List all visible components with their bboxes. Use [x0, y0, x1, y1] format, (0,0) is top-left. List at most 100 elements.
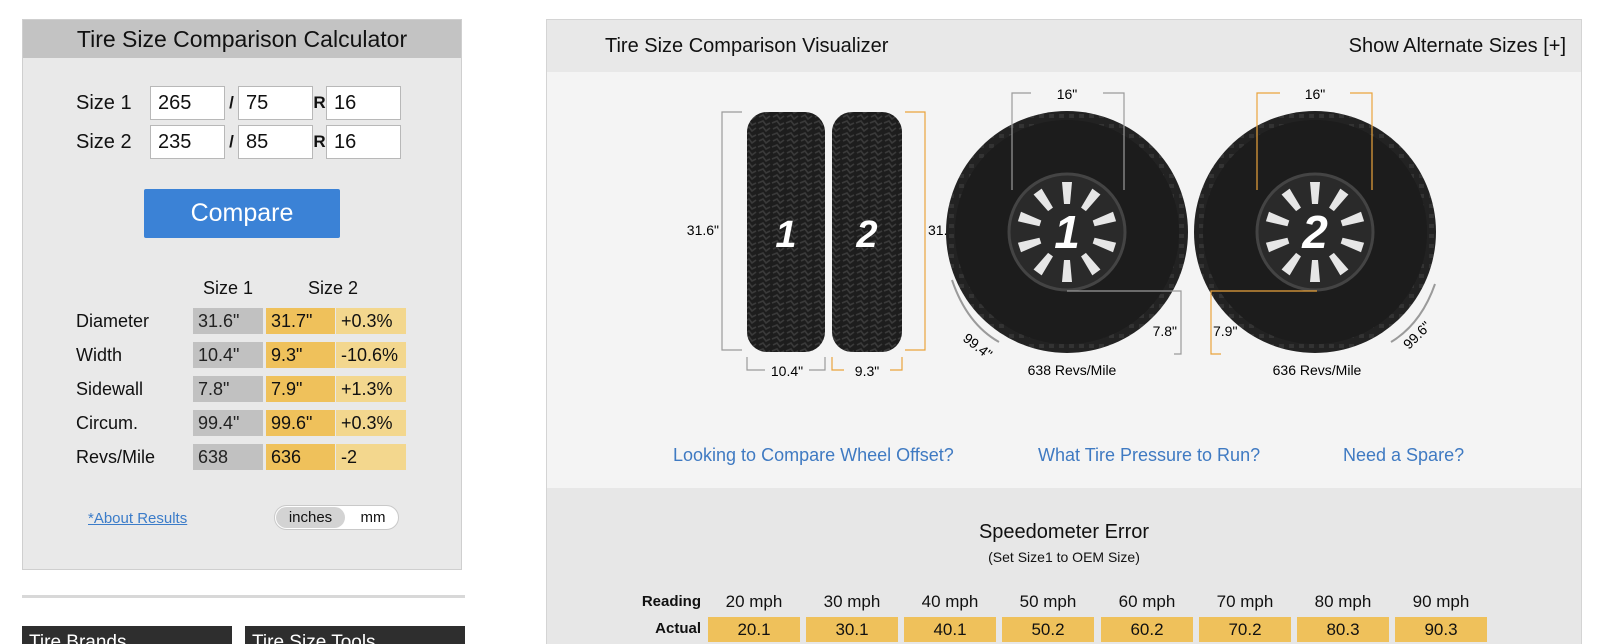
speedometer-reading: 30 mph	[823, 592, 881, 611]
tire2-circumference-label: 99.6"	[1400, 318, 1434, 352]
tire1-width-label: 10.4"	[771, 363, 803, 379]
speedometer-reading: 20 mph	[725, 592, 783, 611]
size2-label: Size 2	[76, 130, 132, 153]
results-diff-value: +1.3%	[336, 376, 406, 402]
tire-pressure-link[interactable]: What Tire Pressure to Run?	[1038, 445, 1260, 466]
size1-rim-marker: R	[313, 93, 326, 112]
size2-row: Size 2 235 / 85 R 16	[76, 125, 401, 159]
tire1-rim-label: 16"	[1057, 86, 1078, 102]
need-spare-link[interactable]: Need a Spare?	[1343, 445, 1464, 466]
size2-rim-input[interactable]: 16	[326, 125, 401, 159]
results-row-label: Revs/Mile	[76, 446, 156, 467]
results-row-label: Width	[76, 344, 123, 365]
wheel-offset-link[interactable]: Looking to Compare Wheel Offset?	[673, 445, 954, 466]
size1-aspect-input[interactable]: 75	[238, 86, 313, 120]
speedometer-reading-label: Reading	[641, 593, 701, 610]
calculator-title: Tire Size Comparison Calculator	[23, 20, 461, 58]
tire2-tread-number: 2	[855, 214, 877, 256]
about-results-link[interactable]: *About Results	[88, 510, 187, 527]
show-alternate-sizes-link[interactable]: Show Alternate Sizes [+]	[1349, 35, 1566, 58]
results-row-label: Circum.	[76, 412, 138, 433]
tire2-width-label: 9.3"	[855, 363, 879, 379]
speedometer-error-section: Speedometer Error (Set Size1 to OEM Size…	[547, 488, 1581, 644]
results-row: Revs/Mile 638 636 -2	[76, 444, 409, 470]
tire2-tread-view: 2	[832, 112, 902, 352]
results-diff-value: +0.3%	[336, 308, 406, 334]
results-size2-value: 31.7"	[266, 308, 335, 334]
size2-slash: /	[229, 132, 234, 151]
results-col-size1: Size 1	[203, 278, 254, 298]
speedometer-reading: 50 mph	[1019, 592, 1077, 611]
results-diff-value: -2	[336, 444, 406, 470]
size2-rim-marker: R	[313, 132, 326, 151]
tire1-revs-label: 638 Revs/Mile	[1028, 362, 1117, 378]
results-size1-value: 99.4"	[193, 410, 263, 436]
results-diff-value: +0.3%	[336, 410, 406, 436]
tire1-circumference-label: 99.4"	[960, 330, 995, 362]
units-mm-option[interactable]: mm	[351, 507, 395, 528]
speedometer-reading: 90 mph	[1412, 592, 1470, 611]
results-size1-value: 7.8"	[193, 376, 263, 402]
size2-width-input[interactable]: 235	[150, 125, 225, 159]
results-size1-value: 31.6"	[193, 308, 263, 334]
visualizer-title: Tire Size Comparison Visualizer	[605, 35, 889, 57]
results-size1-value: 10.4"	[193, 342, 263, 368]
speedometer-reading: 60 mph	[1118, 592, 1176, 611]
size1-slash: /	[229, 93, 234, 112]
tire-diagram: 1 2 31.6" 31.7" 10.4" 9.3" 1 16" 7.8" 99…	[687, 86, 1436, 379]
results-size2-value: 636	[266, 444, 335, 470]
results-col-size2: Size 2	[308, 278, 359, 298]
speedometer-actual: 50.2	[1002, 617, 1094, 642]
compare-button[interactable]: Compare	[144, 189, 340, 238]
speedometer-actual-label: Actual	[655, 620, 701, 637]
visualizer-panel: Tire Size Comparison Visualizer Show Alt…	[546, 19, 1582, 644]
tire1-sidewall-label: 7.8"	[1153, 323, 1177, 339]
results-row: Width 10.4" 9.3" -10.6%	[76, 342, 409, 368]
speedometer-actual: 30.1	[806, 617, 898, 642]
results-row-label: Diameter	[76, 310, 150, 331]
tire1-side-view: 1	[946, 111, 1188, 353]
tire1-diameter-bracket	[721, 111, 742, 351]
size1-row: Size 1 265 / 75 R 16	[76, 86, 401, 120]
speedometer-reading: 40 mph	[921, 592, 979, 611]
units-toggle[interactable]: inches mm	[274, 505, 399, 530]
results-size2-value: 9.3"	[266, 342, 335, 368]
speedometer-reading: 70 mph	[1216, 592, 1274, 611]
results-row: Sidewall 7.8" 7.9" +1.3%	[76, 376, 409, 402]
tire2-side-view: 2	[1194, 111, 1436, 353]
size1-rim-input[interactable]: 16	[326, 86, 401, 120]
tire2-diameter-bracket	[905, 111, 926, 351]
tire-brands-tab[interactable]: Tire Brands	[22, 626, 232, 644]
results-row: Circum. 99.4" 99.6" +0.3%	[76, 410, 409, 436]
results-row-label: Sidewall	[76, 378, 144, 399]
speedometer-title: Speedometer Error	[978, 521, 1150, 543]
results-row: Diameter 31.6" 31.7" +0.3%	[76, 308, 409, 334]
units-inches-option[interactable]: inches	[276, 507, 345, 528]
tire1-tread-number: 1	[775, 214, 796, 256]
results-diff-value: -10.6%	[336, 342, 406, 368]
results-size2-value: 7.9"	[266, 376, 335, 402]
speedometer-subtitle: (Set Size1 to OEM Size)	[988, 549, 1140, 565]
speedometer-actual: 20.1	[708, 617, 800, 642]
tire1-diameter-label: 31.6"	[687, 222, 719, 238]
section-divider	[22, 595, 465, 598]
speedometer-actual: 80.3	[1297, 617, 1389, 642]
results-size2-value: 99.6"	[266, 410, 335, 436]
size2-aspect-input[interactable]: 85	[238, 125, 313, 159]
results-size1-value: 638	[193, 444, 263, 470]
tire2-sidewall-label: 7.9"	[1213, 323, 1237, 339]
speedometer-actual: 60.2	[1101, 617, 1193, 642]
tire2-revs-label: 636 Revs/Mile	[1273, 362, 1362, 378]
calculator-panel: Tire Size Comparison Calculator Size 1 2…	[22, 19, 462, 570]
speedometer-actual: 70.2	[1199, 617, 1291, 642]
tire1-side-number: 1	[1054, 206, 1080, 258]
tire-size-tools-tab[interactable]: Tire Size Tools	[245, 626, 465, 644]
size1-label: Size 1	[76, 91, 132, 114]
size1-width-input[interactable]: 265	[150, 86, 225, 120]
speedometer-actual: 90.3	[1395, 617, 1487, 642]
tire2-rim-label: 16"	[1305, 86, 1326, 102]
tire1-tread-view: 1	[747, 112, 825, 352]
visualizer-header: Tire Size Comparison Visualizer Show Alt…	[547, 20, 1581, 72]
tire2-side-number: 2	[1301, 206, 1328, 258]
speedometer-reading: 80 mph	[1314, 592, 1372, 611]
